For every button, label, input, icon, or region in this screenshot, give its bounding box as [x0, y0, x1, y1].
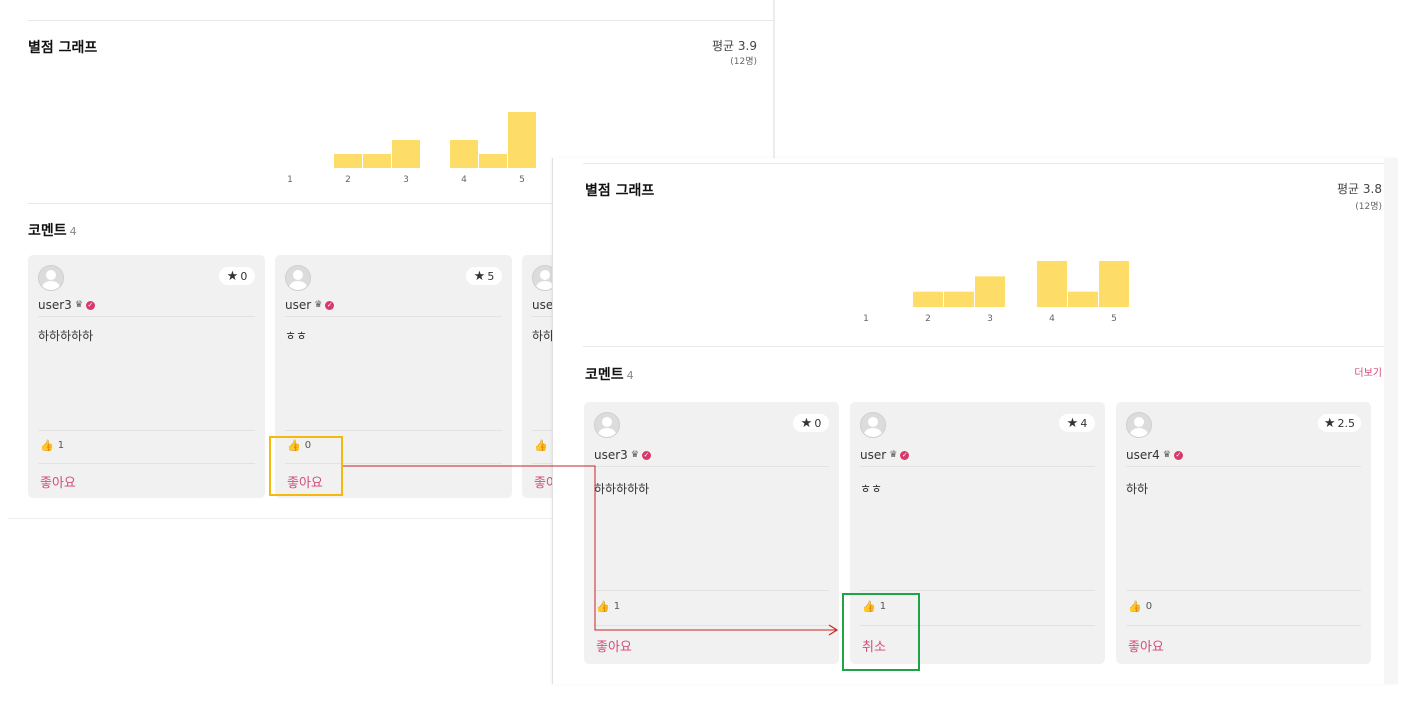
rating-bar	[1068, 291, 1098, 307]
x-tick-label: 4	[1049, 314, 1055, 324]
avatar	[860, 412, 886, 438]
verified-icon: ✓	[1173, 450, 1183, 460]
grade-icon: ♛	[74, 300, 83, 310]
username-text: use	[532, 298, 554, 312]
star-icon: ★	[473, 268, 486, 284]
rating-bar	[975, 276, 1005, 307]
thumbs-up-icon: 👍	[1128, 600, 1142, 613]
rating-bar	[479, 154, 507, 168]
star-icon: ★	[1323, 415, 1336, 431]
comment-text: 하하	[532, 329, 555, 343]
rating-badge: ★ 0	[219, 267, 255, 285]
like-button[interactable]: 좋아요	[1128, 636, 1164, 655]
panel-after: 별점 그래프 평균 3.8 (12명) 12345 코멘트 4 더보기 ★ 0 us…	[552, 158, 1398, 684]
thumbs-up-icon: 👍	[40, 439, 54, 452]
rating-value: 4	[1080, 416, 1088, 430]
x-tick-label: 3	[403, 175, 409, 185]
rating-badge: ★ 4	[1059, 414, 1095, 432]
like-button[interactable]: 좋아요	[40, 472, 76, 491]
comments-title-text: 코멘트	[28, 223, 67, 239]
thumbs-up-icon: 👍	[596, 600, 610, 613]
x-tick-label: 5	[1111, 314, 1117, 324]
star-icon: ★	[800, 415, 813, 431]
username: user4 ♛ ✓	[1126, 448, 1183, 462]
grade-icon: ♛	[314, 300, 323, 310]
like-count-value: 0	[1145, 601, 1153, 612]
comment-card: ★ 2.5 user4 ♛ ✓ 하하 👍 0 좋아요	[1116, 402, 1371, 664]
rating-bar-chart: 1 2 3 4 5	[863, 261, 1129, 324]
avatar	[1126, 412, 1152, 438]
username: use	[532, 298, 553, 312]
comments-count: 4	[626, 369, 634, 382]
comment-text: 하하하하하	[594, 482, 650, 496]
grade-icon: ♛	[889, 450, 898, 460]
like-count-value: 1	[613, 601, 621, 612]
star-icon: ★	[226, 268, 239, 284]
comment-card: ★ 0 user3 ♛ ✓ 하하하하하 👍 1 좋아요	[584, 402, 839, 664]
like-count: 👍 1	[40, 439, 64, 452]
x-tick-label: 3	[987, 314, 993, 324]
x-tick-label: 2	[925, 314, 931, 324]
username-text: user	[285, 298, 312, 312]
rating-badge: ★ 2.5	[1317, 414, 1361, 432]
rating-value: 5	[487, 269, 495, 283]
grade-icon: ♛	[630, 450, 639, 460]
like-count-value: 1	[57, 440, 65, 451]
username: user3 ♛ ✓	[594, 448, 651, 462]
rating-bar	[913, 291, 943, 307]
rating-value: 2.5	[1337, 416, 1356, 430]
comments-count: 4	[69, 225, 77, 238]
like-count: 👍 0	[1128, 600, 1152, 613]
comment-card: ★ 0 user3 ♛ ✓ 하하하하하 👍 1 좋아요	[28, 255, 265, 498]
username-text: user3	[38, 298, 72, 312]
username: user3 ♛ ✓	[38, 298, 95, 312]
rating-value: 0	[240, 269, 248, 283]
highlight-box-after	[842, 593, 920, 671]
rating-bar	[508, 112, 536, 168]
verified-icon: ✓	[641, 450, 651, 460]
like-count: 👍	[534, 439, 548, 452]
comment-text: ㅎㅎ	[285, 329, 308, 343]
x-tick-label: 2	[345, 175, 351, 185]
comment-text: 하하	[1126, 482, 1149, 496]
like-count: 👍 1	[596, 600, 620, 613]
x-tick-label: 1	[863, 314, 869, 324]
x-tick-label: 5	[519, 175, 525, 185]
verified-icon: ✓	[900, 450, 910, 460]
username: user ♛ ✓	[285, 298, 335, 312]
star-icon: ★	[1066, 415, 1079, 431]
rating-bar	[392, 140, 420, 168]
rating-badge: ★ 5	[466, 267, 502, 285]
rating-bar	[1099, 261, 1129, 307]
comment-text: ㅎㅎ	[860, 482, 883, 496]
highlight-box-before	[269, 436, 343, 496]
comment-text: 하하하하하	[38, 329, 94, 343]
verified-icon: ✓	[325, 300, 335, 310]
avatar	[285, 265, 311, 291]
rating-badge: ★ 0	[793, 414, 829, 432]
rating-value: 0	[814, 416, 822, 430]
comments-title: 코멘트 4	[585, 364, 634, 384]
rating-bar	[1037, 261, 1067, 307]
avatar	[38, 265, 64, 291]
rating-bar	[944, 291, 974, 307]
avatar	[594, 412, 620, 438]
grade-icon: ♛	[1162, 450, 1171, 460]
x-tick-label: 4	[461, 175, 467, 185]
username-text: user	[860, 448, 887, 462]
x-tick-label: 1	[287, 175, 293, 185]
divider	[583, 346, 1384, 347]
rating-bar	[334, 154, 362, 168]
username-text: user4	[1126, 448, 1160, 462]
more-link[interactable]: 더보기	[1354, 364, 1382, 379]
thumbs-up-icon: 👍	[534, 439, 548, 452]
like-button[interactable]: 좋아요	[596, 636, 632, 655]
rating-bar	[363, 154, 391, 168]
verified-icon: ✓	[85, 300, 95, 310]
comments-title-text: 코멘트	[585, 367, 624, 383]
rating-bar	[450, 140, 478, 168]
comments-title: 코멘트 4	[28, 220, 77, 240]
username-text: user3	[594, 448, 628, 462]
username: user ♛ ✓	[860, 448, 910, 462]
